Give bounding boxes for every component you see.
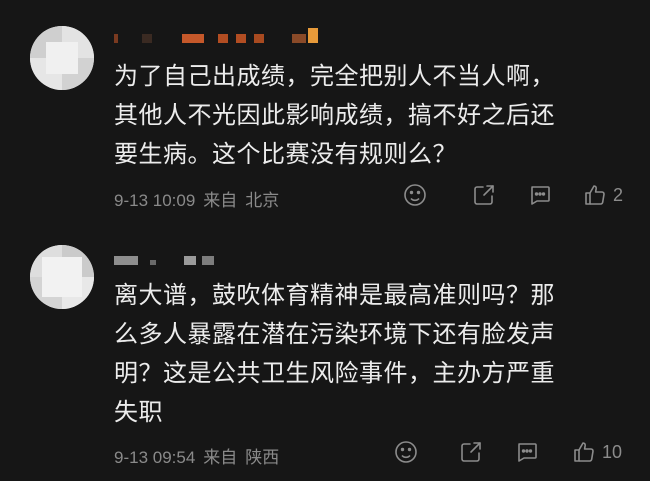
emoji-icon xyxy=(395,441,417,463)
username[interactable] xyxy=(114,250,234,268)
emoji-button[interactable] xyxy=(403,183,427,207)
like-icon xyxy=(574,442,594,462)
like-icon xyxy=(585,185,605,205)
like-count: 2 xyxy=(613,184,624,205)
username[interactable] xyxy=(114,28,334,46)
comment-text-line: 为了自己出成绩，完全把别人不当人啊， xyxy=(114,62,555,90)
comment-button[interactable] xyxy=(515,440,539,464)
share-icon xyxy=(474,185,494,205)
source-prefix: 来自 xyxy=(203,191,238,210)
share-icon xyxy=(461,442,481,462)
comment-item: 离大谱，鼓吹体育精神是最高准则吗？那 么多人暴露在潜在污染环境下还有脸发声 明？… xyxy=(0,230,650,481)
comment-location: 陕西 xyxy=(245,448,280,467)
comment-text-line: 要生病。这个比赛没有规则么？ xyxy=(114,140,457,168)
comment-text-line: 么多人暴露在潜在污染环境下还有脸发声 xyxy=(114,320,555,348)
comment-text: 为了自己出成绩，完全把别人不当人啊， 其他人不光因此影响成绩，搞不好之后还 要生… xyxy=(114,57,624,174)
comment-text-line: 其他人不光因此影响成绩，搞不好之后还 xyxy=(114,101,555,129)
comment-text-line: 明？这是公共卫生风险事件，主办方严重 xyxy=(114,359,555,387)
like-button[interactable]: 10 xyxy=(572,440,622,464)
avatar[interactable] xyxy=(30,245,94,309)
share-button[interactable] xyxy=(472,183,496,207)
comment-meta: 9-13 09:54 来自 陕西 xyxy=(114,443,287,468)
comment-item: 为了自己出成绩，完全把别人不当人啊， 其他人不光因此影响成绩，搞不好之后还 要生… xyxy=(0,0,650,230)
emoji-button[interactable] xyxy=(394,440,418,464)
comment-location: 北京 xyxy=(245,191,280,210)
comment-icon xyxy=(531,186,550,205)
comment-text-line: 离大谱，鼓吹体育精神是最高准则吗？那 xyxy=(114,281,555,309)
emoji-icon xyxy=(404,184,426,206)
source-prefix: 来自 xyxy=(203,448,238,467)
comment-text-line: 失职 xyxy=(114,398,163,426)
avatar[interactable] xyxy=(30,26,94,90)
comment-icon xyxy=(518,443,537,462)
comment-button[interactable] xyxy=(528,183,552,207)
comment-text: 离大谱，鼓吹体育精神是最高准则吗？那 么多人暴露在潜在污染环境下还有脸发声 明？… xyxy=(114,276,624,432)
comment-date: 9-13 09:54 xyxy=(114,448,196,467)
like-button[interactable]: 2 xyxy=(583,183,623,207)
comment-meta: 9-13 10:09 来自 北京 xyxy=(114,186,287,211)
like-count: 10 xyxy=(602,441,623,462)
comment-date: 9-13 10:09 xyxy=(114,191,196,210)
share-button[interactable] xyxy=(459,440,483,464)
